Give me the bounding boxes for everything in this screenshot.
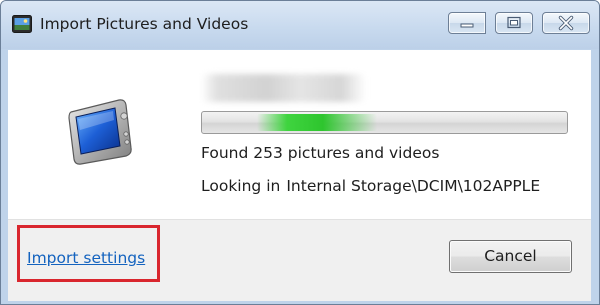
progress-marquee: [257, 114, 377, 131]
import-progress-bar: [201, 111, 568, 134]
looking-in-text: Looking in Internal Storage\DCIM\102APPLE: [201, 177, 540, 195]
looking-in-label: Looking in: [201, 177, 281, 195]
looking-in-path: Internal Storage\DCIM\102APPLE: [286, 177, 541, 195]
minimize-icon: [460, 23, 474, 28]
import-settings-link[interactable]: Import settings: [27, 249, 145, 267]
close-button[interactable]: [542, 12, 590, 34]
maximize-button[interactable]: [495, 12, 533, 34]
close-icon: [558, 15, 574, 31]
cancel-button[interactable]: Cancel: [449, 240, 572, 273]
portable-device-icon: [68, 99, 132, 165]
import-dialog-window: Import Pictures and Videos Found 253 pic…: [0, 0, 600, 305]
device-name-blurred: [201, 74, 366, 102]
import-photos-icon: [12, 15, 32, 33]
window-title: Import Pictures and Videos: [40, 15, 249, 33]
found-count-text: Found 253 pictures and videos: [201, 144, 440, 162]
maximize-icon: [507, 16, 521, 29]
title-bar[interactable]: Import Pictures and Videos: [1, 1, 599, 49]
minimize-button[interactable]: [448, 12, 486, 34]
